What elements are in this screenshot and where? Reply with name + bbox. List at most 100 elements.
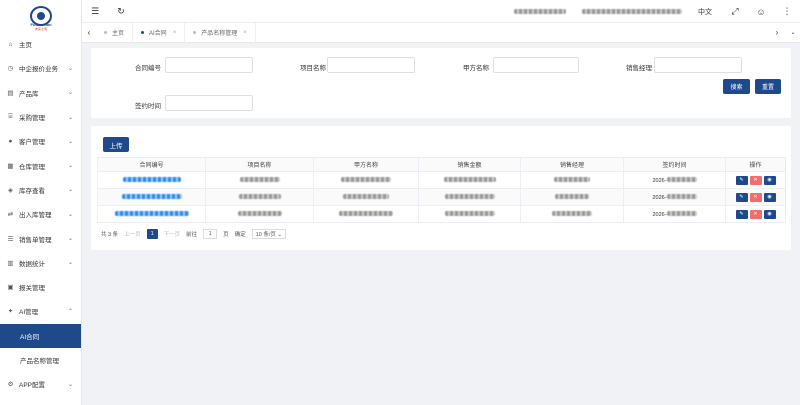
table-cell: 2026- — [623, 205, 726, 223]
project-name-label: 项目名称 — [300, 65, 326, 72]
sales-manager-input[interactable] — [654, 57, 742, 73]
contract-no-input[interactable] — [165, 57, 253, 73]
user-icon: ● — [8, 137, 13, 145]
tab-menu-chevron-icon[interactable]: ⌄ — [786, 23, 800, 43]
tab-label: AI合同 — [149, 31, 167, 37]
refresh-icon[interactable]: ↻ — [108, 6, 134, 17]
search-button[interactable]: 搜索 — [723, 79, 750, 94]
sidebar-item[interactable]: ▤ 产品库 ⌄ — [0, 81, 81, 105]
search-panel: 合同编号 项目名称 甲方名称 销售经理 搜索 重置 签约时间 — [91, 48, 791, 118]
column-header: 合同编号 — [97, 157, 206, 172]
sidebar-item[interactable]: AI合同 — [0, 323, 81, 348]
chevron-down-icon: ⌄ — [67, 65, 73, 72]
close-icon[interactable]: × — [243, 30, 247, 36]
column-header: 操作 — [725, 157, 786, 172]
sidebar-item-label: 客户管理 — [19, 139, 45, 147]
pager-page-input[interactable]: 1 — [203, 229, 218, 239]
delete-icon[interactable]: ✕ — [749, 175, 762, 185]
pager-size-select[interactable]: 10 条/页 ⌄ — [251, 229, 287, 239]
sign-date-value: 2026- — [652, 177, 667, 184]
menu-toggle-icon[interactable]: ☰ — [82, 6, 108, 17]
sign-date-label: 签约时间 — [135, 103, 161, 110]
table-row[interactable]: 2026- ✎ ✕ ◉ — [97, 205, 786, 223]
contract-no-label: 合同编号 — [135, 65, 161, 72]
chevron-down-icon: ⌄ — [67, 381, 73, 388]
sidebar-item[interactable]: ▣ 报关管理 — [0, 275, 81, 299]
sidebar-item[interactable]: 产品名称管理 — [0, 348, 81, 372]
pager-prev[interactable]: 上一页 — [124, 230, 141, 238]
redacted-text — [443, 176, 496, 182]
sidebar-item[interactable]: ● 客户管理 ⌄ — [0, 129, 81, 153]
fullscreen-icon[interactable]: ⤢ — [722, 6, 748, 17]
sidebar-item[interactable]: ✦ AI管理 ⌃ — [0, 299, 81, 323]
language-switch[interactable]: 中文 — [698, 7, 712, 17]
sidebar-item[interactable]: ⌂ 主页 — [0, 32, 81, 56]
table-cell: 2026- — [623, 171, 726, 189]
table-cell[interactable] — [97, 205, 206, 223]
table-cell — [418, 171, 521, 189]
party-a-label: 甲方名称 — [463, 65, 489, 72]
edit-icon[interactable]: ✎ — [735, 209, 748, 219]
actions-cell: ✎ ✕ ◉ — [725, 205, 786, 223]
tab-scroll-right-icon[interactable]: › — [770, 23, 784, 43]
redacted-text — [339, 210, 393, 216]
pager-confirm[interactable]: 确定 — [235, 230, 246, 238]
sidebar-item[interactable]: ▦ 仓库管理 ⌄ — [0, 153, 81, 177]
chevron-down-icon: ⌄ — [67, 114, 73, 121]
sidebar-item[interactable]: ⌸ 采购管理 ⌄ — [0, 105, 81, 129]
pager-page-unit: 页 — [223, 232, 229, 238]
delete-icon[interactable]: ✕ — [749, 192, 762, 202]
close-icon[interactable]: × — [173, 30, 177, 36]
table-row[interactable]: 2026- ✎ ✕ ◉ — [97, 171, 786, 189]
project-name-input[interactable] — [327, 57, 415, 73]
sidebar-item[interactable]: ◷ 中企报价业务 ⌄ — [0, 56, 81, 80]
pager-next[interactable]: 下一页 — [164, 230, 181, 238]
sidebar-item[interactable]: ⚙ APP配置 ⌄ — [0, 372, 81, 396]
more-icon[interactable]: ⋮ — [774, 6, 800, 17]
tab-item[interactable]: 产品名称管理 × — [185, 22, 256, 43]
table-cell — [205, 188, 314, 206]
table-row[interactable]: 2026- ✎ ✕ ◉ — [97, 188, 786, 206]
tab-item[interactable]: AI合同 × — [133, 22, 186, 43]
sidebar-item-label: AI管理 — [19, 309, 39, 317]
chart-icon: ▥ — [7, 259, 14, 267]
chevron-down-icon: ⌄ — [67, 211, 73, 218]
transfer-icon: ⇄ — [7, 211, 14, 219]
sidebar-item-label: 库存查看 — [19, 187, 45, 195]
sidebar-item[interactable]: ⇄ 出入库管理 ⌄ — [0, 202, 81, 226]
table-cell — [205, 171, 314, 189]
sidebar-item[interactable]: ◈ 库存查看 ⌄ — [0, 178, 81, 202]
table-cell — [205, 205, 314, 223]
view-icon[interactable]: ◉ — [763, 175, 776, 185]
sign-date-input[interactable] — [165, 95, 253, 111]
delete-icon[interactable]: ✕ — [749, 209, 762, 219]
redacted-text — [554, 176, 590, 182]
user-icon[interactable]: ☺ — [748, 7, 774, 17]
table-cell — [313, 171, 419, 189]
edit-icon[interactable]: ✎ — [735, 192, 748, 202]
table-cell — [418, 188, 521, 206]
reset-button[interactable]: 重置 — [755, 79, 781, 94]
sidebar-item[interactable]: ▥ 数据统计 ⌄ — [0, 251, 81, 275]
pager-goto-label: 前往 — [186, 232, 198, 238]
tab-scroll-left-icon[interactable]: ‹ — [82, 23, 96, 43]
sidebar: Future Nan 未来之南 ⌂ 主页 ◷ 中企报价业务 ⌄ ▤ 产品库 ⌄ ⌸ 采购管理 ⌄ ● 客… — [0, 0, 82, 405]
view-icon[interactable]: ◉ — [763, 192, 776, 202]
table-cell — [520, 205, 624, 223]
tab-list: 主页 AI合同 × 产品名称管理 × — [96, 22, 256, 43]
view-icon[interactable]: ◉ — [763, 209, 776, 219]
table-cell — [418, 205, 521, 223]
sign-date-value: 2026- — [652, 211, 667, 218]
sidebar-item[interactable]: ☰ 销售单管理 ⌄ — [0, 226, 81, 250]
party-a-input[interactable] — [493, 57, 579, 73]
chevron-down-icon: ⌄ — [67, 236, 73, 243]
sidebar-item[interactable]: ⚙系统管理⌄ — [0, 396, 81, 405]
upload-button[interactable]: 上传 — [103, 137, 129, 152]
table-cell[interactable] — [97, 171, 206, 189]
tab-item[interactable]: 主页 — [96, 22, 134, 43]
pager-current-page[interactable]: 1 — [146, 229, 158, 239]
table-cell[interactable] — [97, 188, 206, 206]
logo-subtext: 未来之南 — [34, 27, 47, 31]
column-header: 甲方名称 — [313, 157, 419, 172]
edit-icon[interactable]: ✎ — [735, 175, 748, 185]
